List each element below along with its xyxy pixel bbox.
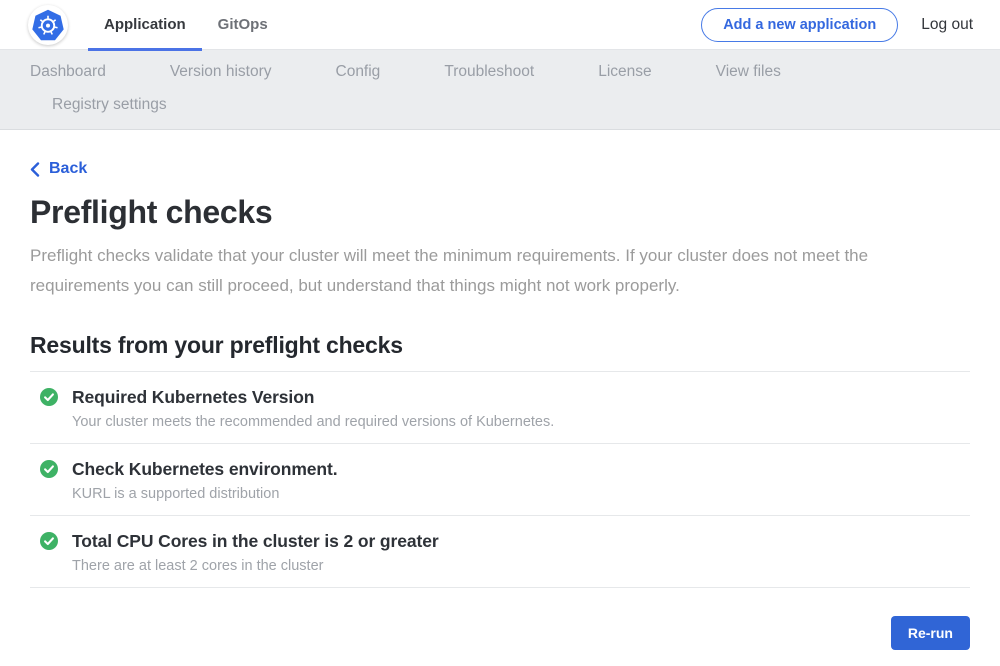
back-link[interactable]: Back <box>30 160 87 178</box>
results-heading: Results from your preflight checks <box>30 331 970 359</box>
check-success-icon <box>40 532 58 550</box>
subnav-item-view-files[interactable]: View files <box>716 63 781 80</box>
logout-link[interactable]: Log out <box>921 16 973 34</box>
check-row-cpu-cores: Total CPU Cores in the cluster is 2 or g… <box>30 516 970 588</box>
back-label: Back <box>49 160 87 178</box>
check-message: Your cluster meets the recommended and r… <box>72 414 970 430</box>
top-header: Application GitOps Add a new application… <box>0 0 1000 50</box>
page-title: Preflight checks <box>30 193 970 231</box>
tab-application[interactable]: Application <box>88 0 202 50</box>
subnav-item-dashboard[interactable]: Dashboard <box>30 63 106 80</box>
check-success-icon <box>40 388 58 406</box>
check-success-icon <box>40 460 58 478</box>
subnav-row-1: Dashboard Version history Config Trouble… <box>30 63 970 81</box>
check-message: KURL is a supported distribution <box>72 486 970 502</box>
check-message: There are at least 2 cores in the cluste… <box>72 558 970 574</box>
tab-gitops[interactable]: GitOps <box>202 0 284 50</box>
subnav-row-2: Registry settings <box>30 96 970 114</box>
preflight-check-list: Required Kubernetes Version Your cluster… <box>30 371 970 588</box>
check-title: Total CPU Cores in the cluster is 2 or g… <box>72 531 439 552</box>
check-row-kubernetes-version: Required Kubernetes Version Your cluster… <box>30 372 970 444</box>
add-application-button[interactable]: Add a new application <box>701 8 898 42</box>
footer-actions: Re-run <box>30 616 970 650</box>
subnav-item-registry-settings[interactable]: Registry settings <box>52 96 167 113</box>
check-title: Required Kubernetes Version <box>72 387 314 408</box>
rerun-button[interactable]: Re-run <box>891 616 970 650</box>
check-row-kubernetes-environment: Check Kubernetes environment. KURL is a … <box>30 444 970 516</box>
subnav-item-license[interactable]: License <box>598 63 651 80</box>
subnav-item-troubleshoot[interactable]: Troubleshoot <box>444 63 534 80</box>
app-subnav: Dashboard Version history Config Trouble… <box>0 50 1000 130</box>
subnav-item-version-history[interactable]: Version history <box>170 63 272 80</box>
primary-tabs: Application GitOps <box>88 0 284 50</box>
kubernetes-helm-icon <box>31 8 65 42</box>
page-description: Preflight checks validate that your clus… <box>30 241 950 301</box>
kubernetes-logo[interactable] <box>28 5 68 45</box>
subnav-item-config[interactable]: Config <box>336 63 381 80</box>
chevron-left-icon <box>30 162 40 177</box>
check-title: Check Kubernetes environment. <box>72 459 338 480</box>
preflight-page: Back Preflight checks Preflight checks v… <box>0 130 1000 650</box>
